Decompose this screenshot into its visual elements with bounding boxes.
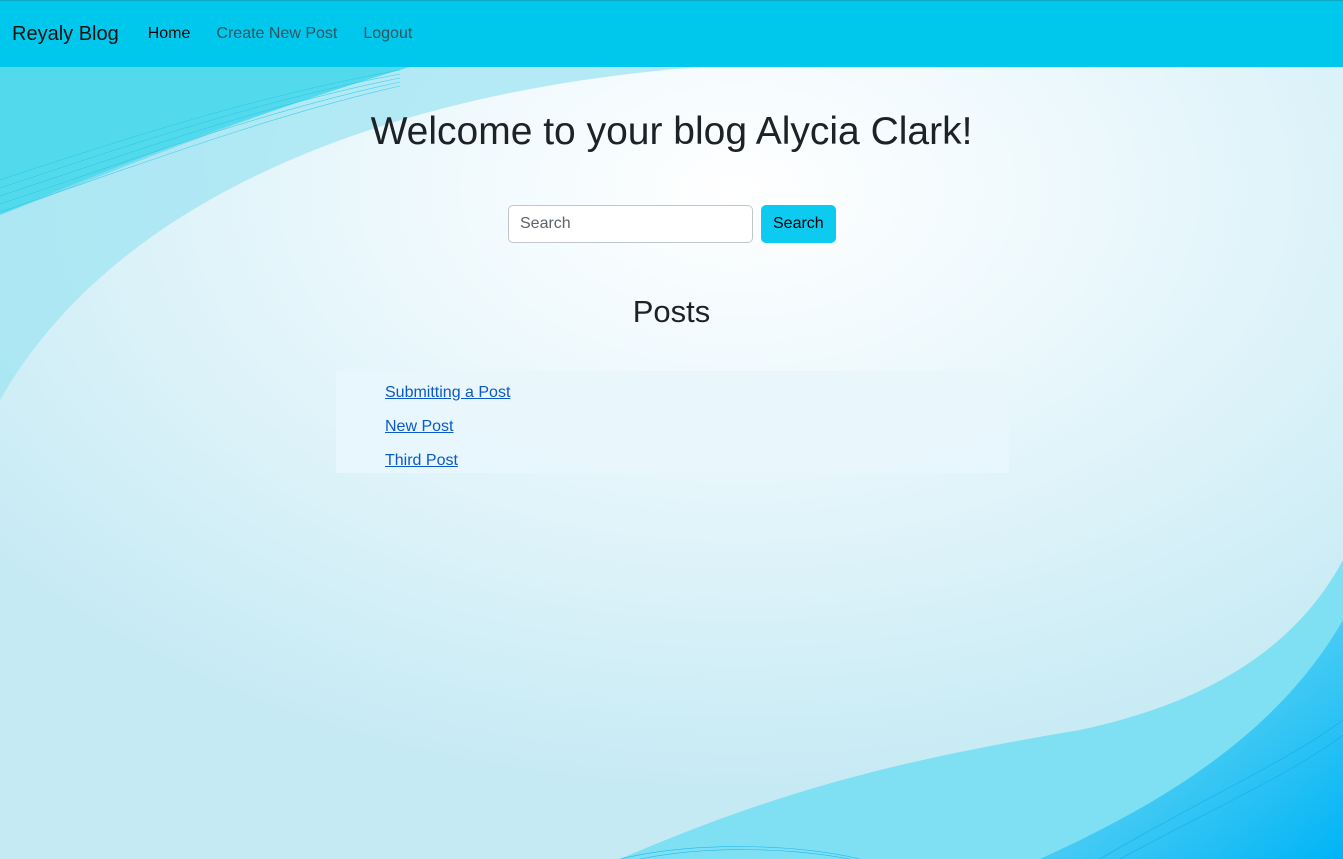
main-content: Welcome to your blog Alycia Clark! Searc…: [0, 67, 1343, 859]
list-item: Third Post: [336, 444, 1009, 478]
post-link[interactable]: Submitting a Post: [385, 384, 510, 402]
post-list: Submitting a Post New Post Third Post: [336, 371, 1009, 473]
list-item: Submitting a Post: [336, 376, 1009, 410]
search-form: Search: [508, 205, 836, 243]
top-navbar: Reyaly Blog Home Create New Post Logout: [0, 0, 1343, 67]
list-item: New Post: [336, 410, 1009, 444]
nav-link-home[interactable]: Home: [148, 25, 191, 43]
nav-link-create-new-post[interactable]: Create New Post: [216, 25, 337, 43]
nav-link-logout[interactable]: Logout: [363, 25, 412, 43]
welcome-heading: Welcome to your blog Alycia Clark!: [370, 110, 973, 153]
search-input[interactable]: [508, 205, 753, 243]
posts-heading: Posts: [632, 294, 711, 329]
post-link[interactable]: Third Post: [385, 452, 458, 470]
search-button[interactable]: Search: [761, 205, 836, 243]
brand-link[interactable]: Reyaly Blog: [12, 23, 119, 46]
post-link[interactable]: New Post: [385, 418, 453, 436]
